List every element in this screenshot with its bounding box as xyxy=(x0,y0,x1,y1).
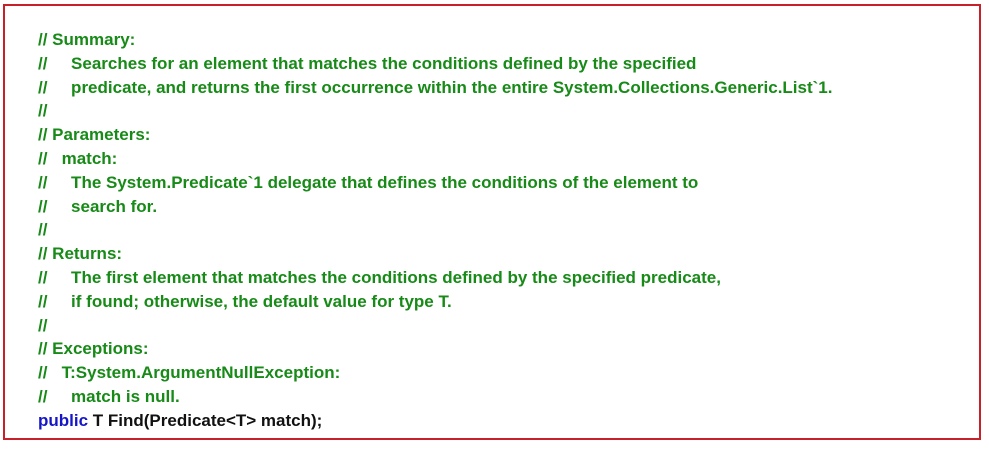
comment-line: // Exceptions: xyxy=(38,339,149,359)
comment-line: // xyxy=(38,101,48,121)
method-signature: public T Find(Predicate<T> match); xyxy=(38,409,832,433)
comment-line: // The first element that matches the co… xyxy=(38,267,721,287)
comment-line: // predicate, and returns the first occu… xyxy=(38,77,833,97)
comment-line: // Summary: xyxy=(38,30,136,49)
comment-line: // Parameters: xyxy=(38,125,151,145)
comment-line: // match: xyxy=(38,148,118,168)
comment-line: // The System.Predicate`1 delegate that … xyxy=(38,172,699,192)
public-keyword: public xyxy=(38,410,89,430)
comment-line: // if found; otherwise, the default valu… xyxy=(38,291,452,311)
comment-line: // search for. xyxy=(38,196,158,216)
comment-line: // Searches for an element that matches … xyxy=(38,53,697,73)
code-snippet-frame: // Summary: // Searches for an element t… xyxy=(3,4,981,440)
comment-line: // T:System.ArgumentNullException: xyxy=(38,363,341,383)
comment-line: // xyxy=(38,315,48,335)
comment-line: // match is null. xyxy=(38,386,180,406)
code-block: // Summary: // Searches for an element t… xyxy=(38,28,832,433)
comment-line: // Returns: xyxy=(38,244,123,264)
signature-text: T Find(Predicate<T> match); xyxy=(88,410,323,430)
comment-line: // xyxy=(38,220,48,240)
